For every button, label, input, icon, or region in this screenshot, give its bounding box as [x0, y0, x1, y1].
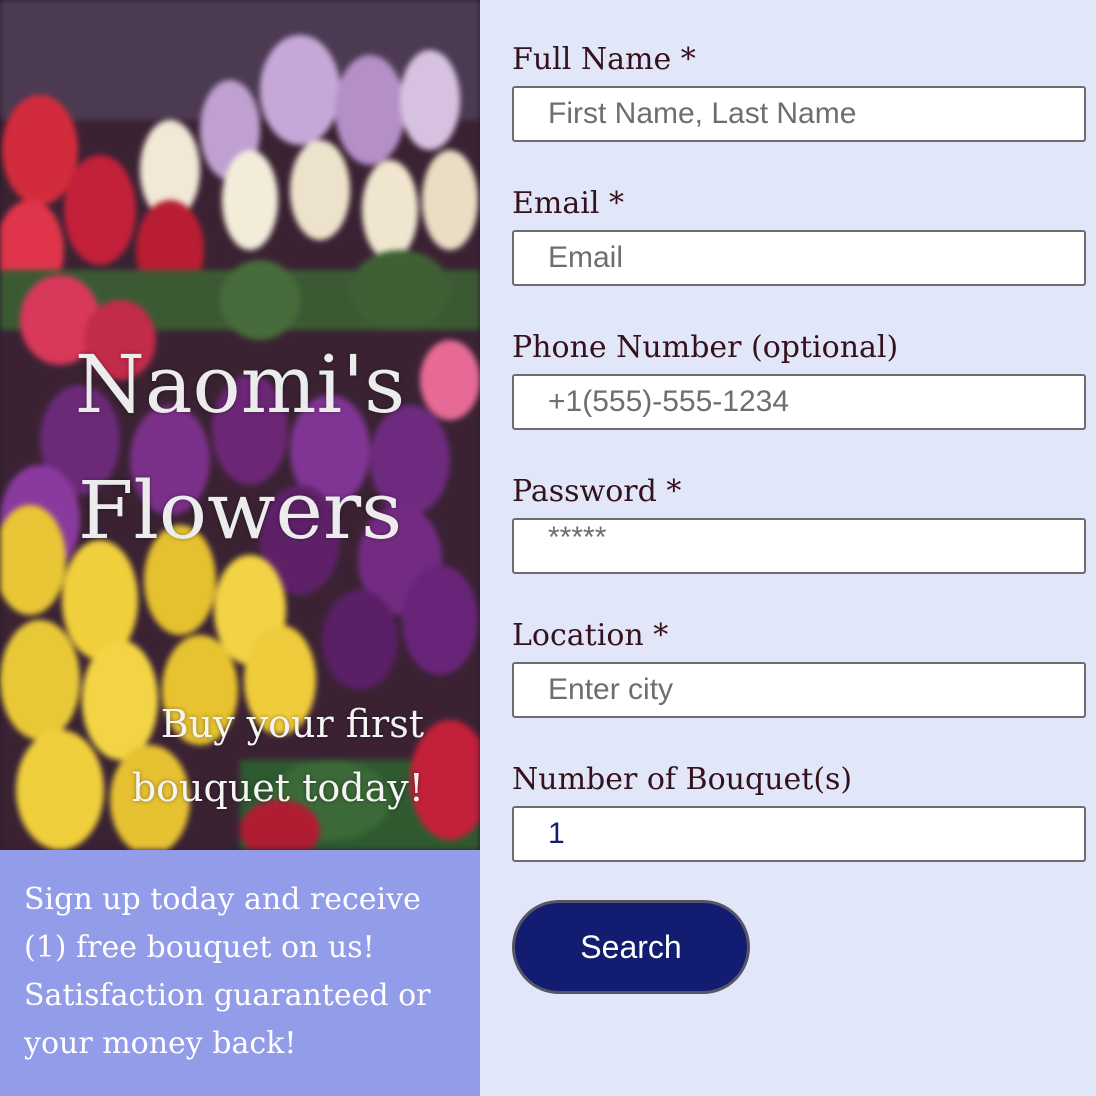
bouquets-label: Number of Bouquet(s) — [512, 762, 853, 797]
hero-title-line1: Naomi's — [74, 338, 406, 431]
hero-tagline-line1: Buy your first — [160, 702, 424, 746]
hero-title-line2: Flowers — [77, 464, 403, 557]
bouquets-quantity-input[interactable] — [512, 806, 1086, 862]
promo-text: Sign up today and receive (1) free bouqu… — [24, 882, 431, 1061]
hero-title: Naomi's Flowers — [0, 318, 480, 586]
password-input[interactable] — [512, 518, 1086, 574]
phone-label: Phone Number (optional) — [512, 330, 899, 365]
password-label: Password * — [512, 474, 682, 509]
full-name-input[interactable] — [512, 86, 1086, 142]
phone-field-group: Phone Number (optional) — [512, 328, 1086, 472]
password-field-group: Password * — [512, 472, 1086, 616]
left-panel: Naomi's Flowers Buy your first bouquet t… — [0, 0, 480, 1096]
location-field-group: Location * — [512, 616, 1086, 760]
bouquets-field-group: Number of Bouquet(s) — [512, 760, 1086, 896]
email-input[interactable] — [512, 230, 1086, 286]
full-name-field-group: Full Name * — [512, 40, 1086, 184]
email-field-group: Email * — [512, 184, 1086, 328]
phone-input[interactable] — [512, 374, 1086, 430]
search-button[interactable]: Search — [512, 900, 750, 994]
location-input[interactable] — [512, 662, 1086, 718]
promo-box: Sign up today and receive (1) free bouqu… — [0, 850, 480, 1096]
signup-form: Full Name * Email * Phone Number (option… — [512, 40, 1086, 994]
hero-banner: Naomi's Flowers Buy your first bouquet t… — [0, 0, 480, 850]
hero-tagline-line2: bouquet today! — [131, 766, 424, 810]
full-name-label: Full Name * — [512, 42, 696, 77]
email-label: Email * — [512, 186, 624, 221]
location-label: Location * — [512, 618, 669, 653]
hero-tagline: Buy your first bouquet today! — [132, 692, 424, 820]
